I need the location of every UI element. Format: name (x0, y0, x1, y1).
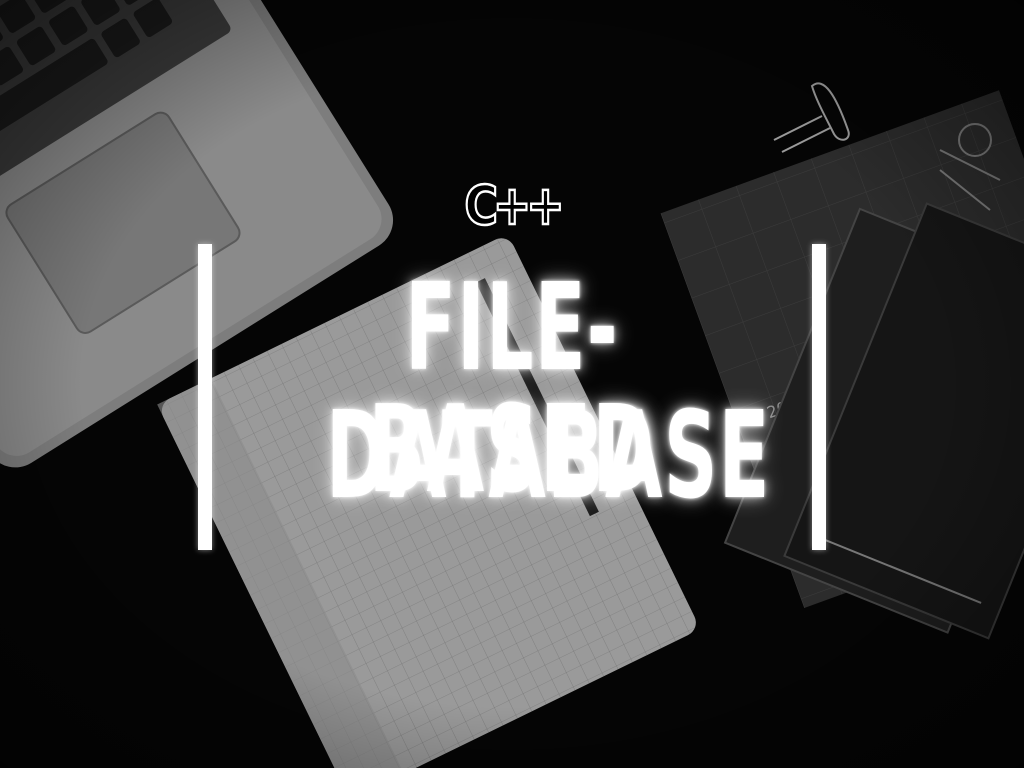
cpp-logo: C++ (463, 173, 566, 239)
cover-image: 20 19 C++ FILE-BASED DATABASE (0, 0, 1024, 768)
title-line-2: DATABASE (326, 387, 771, 526)
accent-bar-left (198, 244, 212, 550)
accent-bar-right (812, 244, 826, 550)
